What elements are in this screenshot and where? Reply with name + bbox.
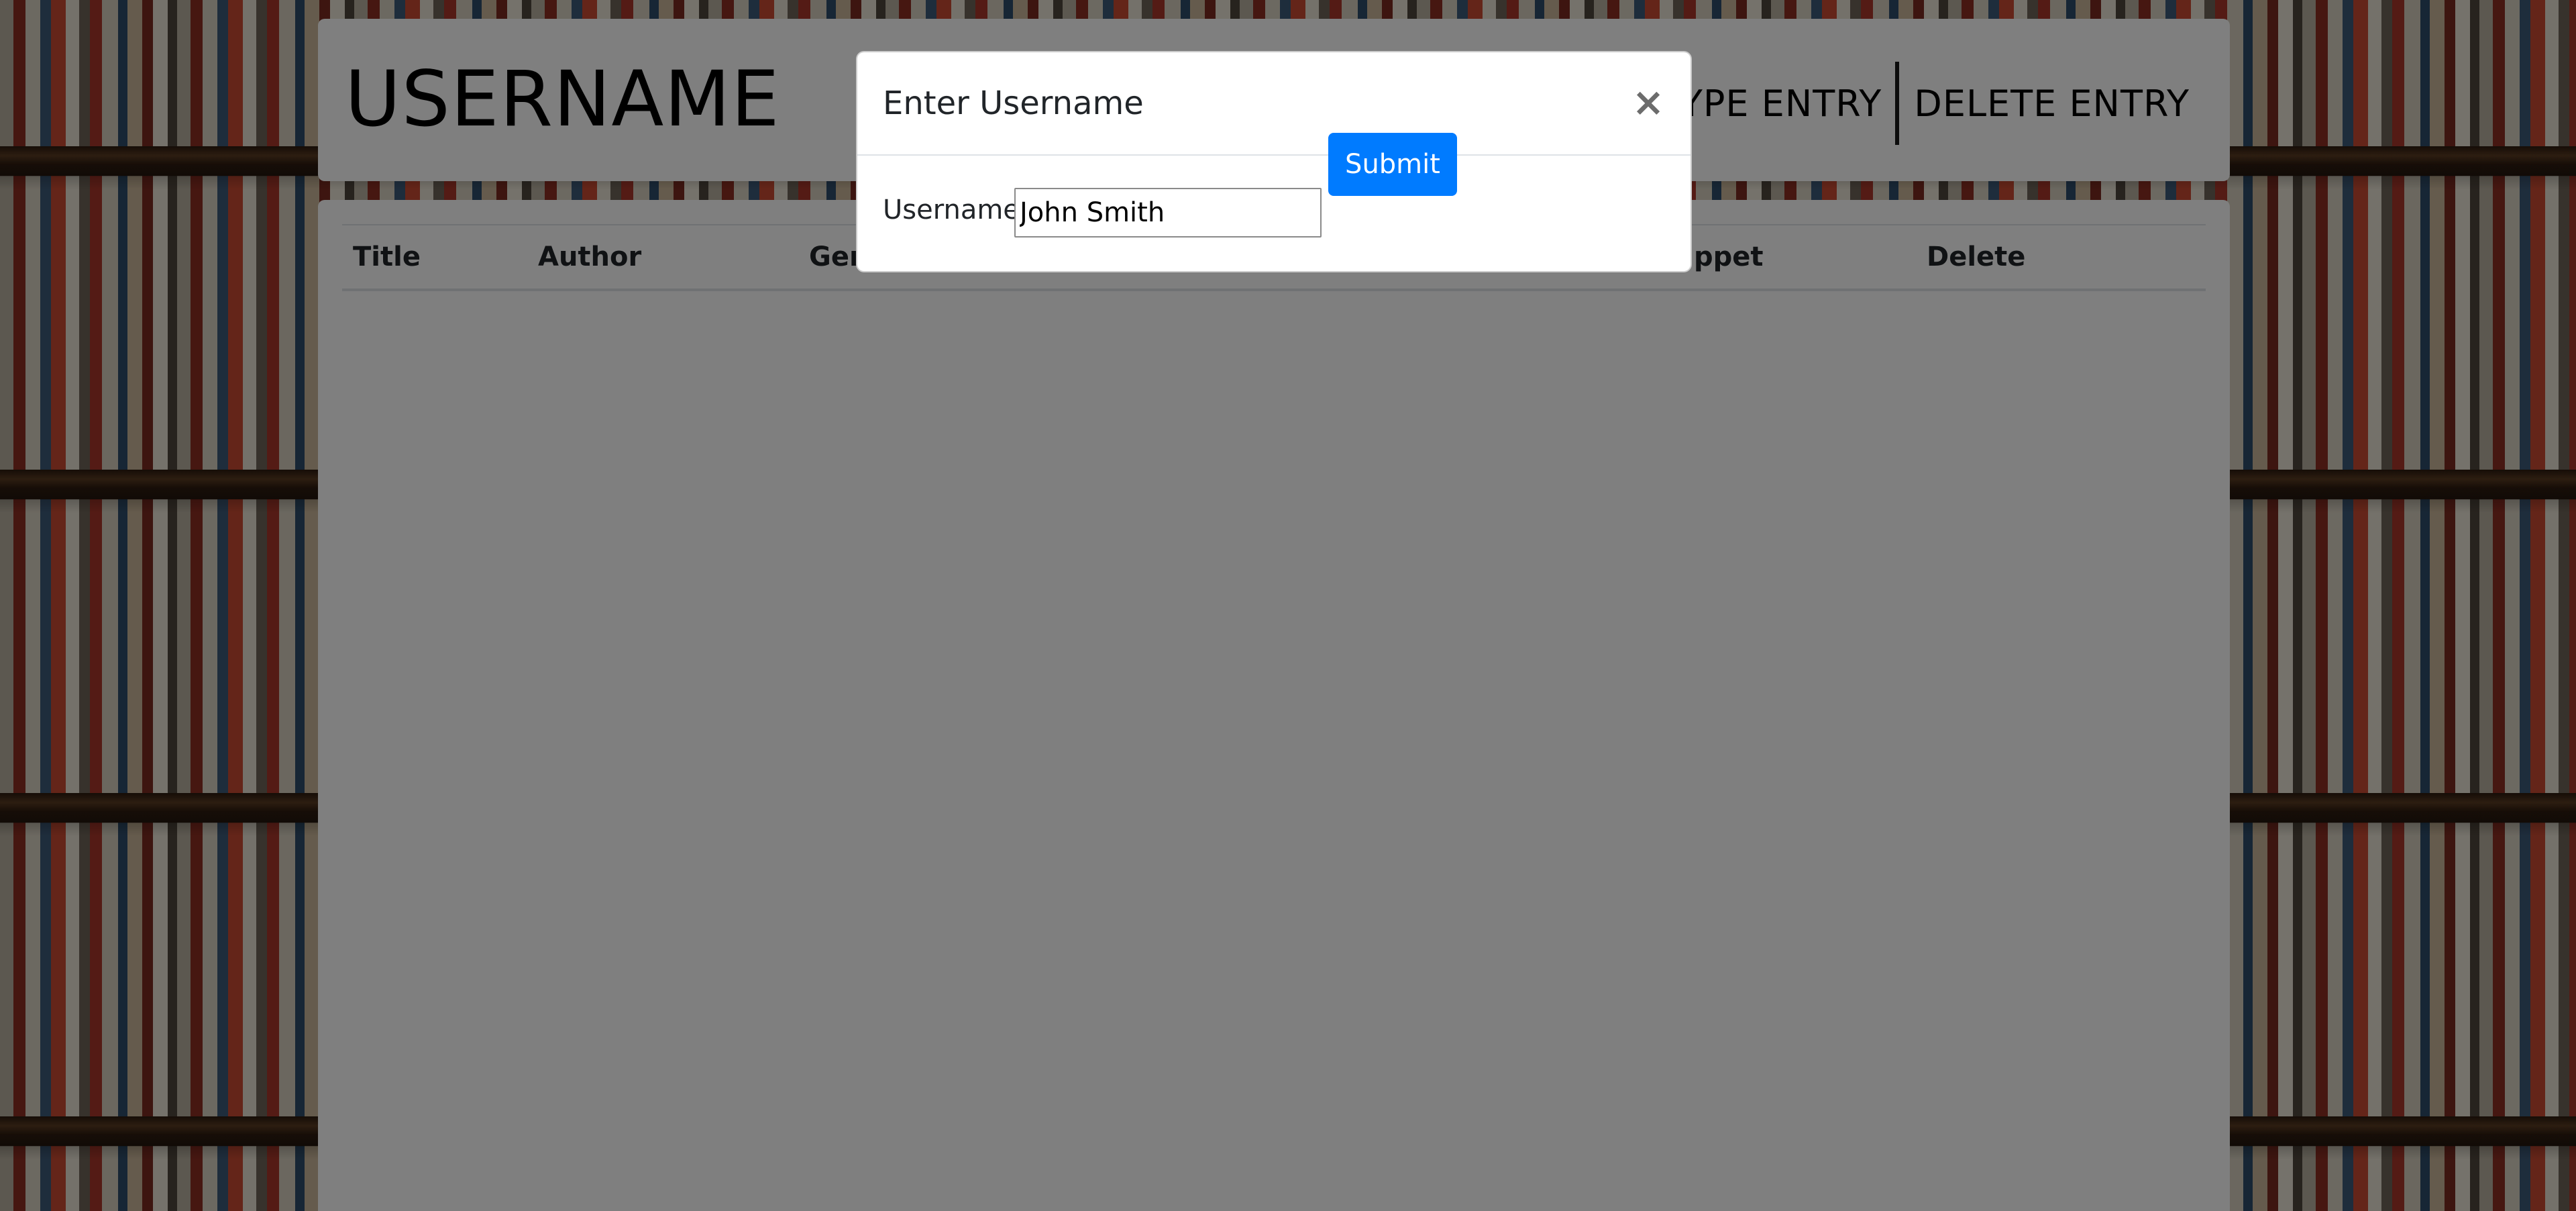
submit-button[interactable]: Submit bbox=[1328, 133, 1457, 196]
modal-body: Username: bbox=[857, 156, 1690, 272]
username-label: Username: bbox=[883, 195, 1029, 225]
modal-header: Enter Username × bbox=[857, 52, 1690, 156]
username-modal: Enter Username × Username: Submit bbox=[856, 51, 1692, 272]
username-input[interactable] bbox=[1014, 188, 1322, 238]
page: USERNAME TYPE ENTRY DELETE ENTRY Title A… bbox=[0, 0, 2576, 1211]
modal-title: Enter Username bbox=[883, 85, 1144, 122]
close-icon[interactable]: × bbox=[1631, 82, 1665, 122]
